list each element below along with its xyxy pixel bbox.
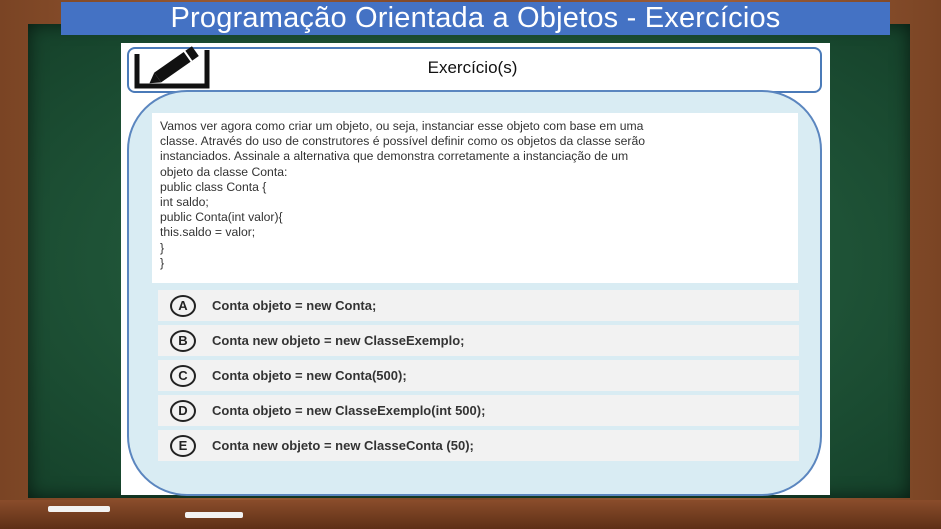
option-text: Conta objeto = new Conta;: [212, 298, 377, 313]
question-line: classe. Através do uso de construtores é…: [160, 134, 646, 149]
slide-title: Programação Orientada a Objetos - Exercí…: [170, 2, 781, 34]
question-line: instanciados. Assinale a alternativa que…: [160, 149, 629, 164]
option-letter-badge: B: [170, 329, 196, 352]
title-banner: Programação Orientada a Objetos - Exercí…: [61, 2, 890, 35]
code-line: int saldo;: [160, 195, 209, 210]
option-text: Conta objeto = new ClasseExemplo(int 500…: [212, 403, 486, 418]
exercise-header-label: Exercício(s): [427, 58, 518, 77]
chalk-tray: [0, 500, 941, 529]
code-line: }: [160, 240, 165, 255]
question-line: Vamos ver agora como criar um objeto, ou…: [160, 119, 644, 133]
question-line: objeto da classe Conta:: [160, 164, 288, 179]
option-d[interactable]: D Conta objeto = new ClasseExemplo(int 5…: [158, 395, 799, 426]
option-b[interactable]: B Conta new objeto = new ClasseExemplo;: [158, 325, 799, 356]
code-line: this.saldo = valor;: [160, 225, 256, 240]
code-line: public Conta(int valor){: [160, 210, 283, 225]
code-line: public class Conta {: [160, 179, 267, 194]
code-line: }: [160, 255, 165, 270]
option-e[interactable]: E Conta new objeto = new ClasseConta (50…: [158, 430, 799, 461]
option-c[interactable]: C Conta objeto = new Conta(500);: [158, 360, 799, 391]
option-letter-badge: A: [170, 294, 196, 317]
option-text: Conta objeto = new Conta(500);: [212, 368, 407, 383]
question-text: Vamos ver agora como criar um objeto, ou…: [160, 119, 796, 271]
option-text: Conta new objeto = new ClasseExemplo;: [212, 333, 465, 348]
chalk-piece: [185, 512, 243, 518]
option-letter-badge: D: [170, 399, 196, 422]
option-text: Conta new objeto = new ClasseConta (50);: [212, 438, 474, 453]
option-a[interactable]: A Conta objeto = new Conta;: [158, 290, 799, 321]
option-letter-badge: C: [170, 364, 196, 387]
option-letter-badge: E: [170, 434, 196, 457]
chalk-piece: [48, 506, 110, 512]
